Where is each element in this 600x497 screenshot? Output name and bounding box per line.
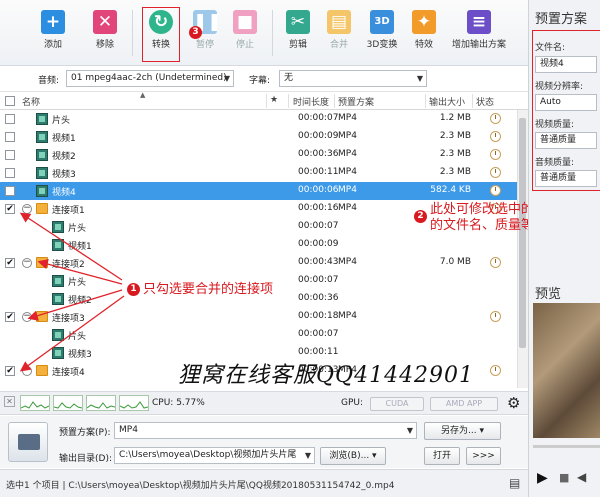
preset-label: 预置方案(P):	[59, 428, 111, 438]
gpu-label: GPU:	[341, 398, 364, 408]
cpu-usage: CPU: 5.77%	[152, 398, 205, 408]
output-format-icon[interactable]	[8, 422, 48, 462]
filename-label: 文件名:	[535, 43, 566, 53]
output-dir-input[interactable]: C:\Users\moyea\Desktop\视频加片头片尾 ▼	[114, 447, 315, 464]
annotation-note-1: 只勾选要合并的连接项	[143, 282, 274, 297]
resolution-select[interactable]: Auto	[535, 94, 597, 111]
play-icon[interactable]: ▶	[537, 470, 548, 486]
audio-quality-label: 音频质量:	[535, 158, 575, 168]
video-quality-select[interactable]: 普通质量	[535, 132, 597, 149]
step-badge-1: 1	[127, 283, 140, 296]
amd-app-button[interactable]: AMD APP	[430, 397, 498, 411]
output-dir-label: 输出目录(D):	[59, 454, 112, 464]
resolution-label: 视频分辨率:	[535, 82, 584, 92]
browse-button[interactable]: 浏览(B)... ▾	[320, 447, 386, 465]
cpu-graph	[20, 395, 50, 411]
cuda-button[interactable]: CUDA	[370, 397, 424, 411]
preview-title: 预览	[535, 287, 562, 302]
open-folder-button[interactable]: 打开	[424, 447, 460, 465]
video-quality-label: 视频质量:	[535, 120, 575, 130]
performance-bar: ✕ CPU: 5.77% GPU: CUDA AMD APP ⚙	[0, 391, 528, 415]
preset-select[interactable]: MP4 ▼	[114, 422, 417, 439]
log-icon[interactable]: ▤	[509, 476, 520, 490]
stop-icon[interactable]: ■	[559, 471, 569, 484]
gear-icon[interactable]: ⚙	[507, 394, 520, 412]
cpu-graph	[86, 395, 116, 411]
filename-input[interactable]: 视频4	[535, 56, 597, 73]
preset-panel-title: 预置方案	[535, 12, 588, 27]
volume-icon[interactable]: ◀	[577, 470, 586, 484]
close-icon[interactable]: ✕	[4, 396, 15, 407]
output-settings: 预置方案(P): MP4 ▼ 另存为... ▾ 输出目录(D): C:\Users…	[0, 416, 528, 468]
audio-quality-select[interactable]: 普通质量	[535, 170, 597, 187]
chevron-down-icon: ▼	[406, 426, 413, 435]
cpu-graph	[119, 395, 149, 411]
more-button[interactable]: >>>	[466, 447, 501, 465]
footer-status: 选中1 个项目 | C:\Users\moyea\Desktop\视频加片头片尾…	[0, 469, 528, 497]
preview-video[interactable]	[533, 303, 600, 438]
preview-seek-bar[interactable]	[533, 445, 600, 448]
save-as-button[interactable]: 另存为... ▾	[424, 422, 501, 440]
chevron-down-icon: ▼	[304, 451, 311, 460]
footer-path: 选中1 个项目 | C:\Users\moyea\Desktop\视频加片头片尾…	[6, 481, 395, 491]
step-badge-2: 2	[414, 210, 427, 223]
cpu-graph	[53, 395, 83, 411]
preset-panel: 预置方案 文件名: 视频4 视频分辨率: Auto 视频质量: 普通质量 音频质…	[528, 0, 600, 497]
watermark-text: 狸窝在线客服QQ41442901	[178, 363, 475, 388]
